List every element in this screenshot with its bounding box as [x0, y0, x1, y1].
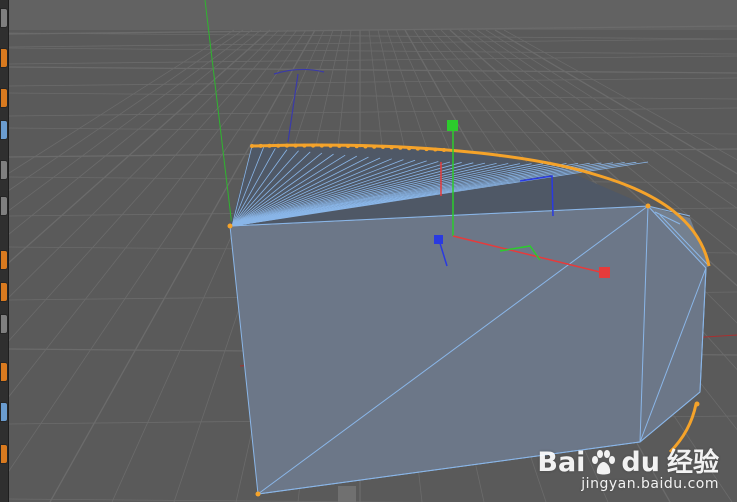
baidu-watermark: Bai du 经验 jingyan.baidu.com [537, 447, 719, 493]
gizmo-z-handle[interactable] [434, 235, 443, 244]
gizmo-y-handle[interactable] [447, 120, 458, 131]
gizmo-x-handle[interactable] [599, 267, 610, 278]
spline-point[interactable] [424, 147, 429, 152]
spline-point[interactable] [302, 143, 307, 148]
light-icon[interactable] [0, 314, 8, 334]
camera-icon[interactable] [0, 282, 8, 302]
3d-viewport[interactable]: Bai du 经验 jingyan.baidu.com [8, 0, 737, 502]
spline-point[interactable] [284, 143, 289, 148]
spline-point[interactable] [372, 144, 377, 149]
spline-point[interactable] [645, 203, 651, 209]
left-toolbar [0, 0, 9, 502]
spline-point[interactable] [442, 148, 446, 152]
watermark-brand-suffix: du [621, 447, 660, 478]
spline-point[interactable] [267, 143, 272, 148]
watermark-brand: Bai du 经验 [537, 447, 719, 478]
cube-icon[interactable] [0, 196, 8, 216]
tag-icon[interactable] [0, 444, 8, 464]
spline-point[interactable] [415, 146, 420, 151]
watermark-url: jingyan.baidu.com [581, 476, 719, 492]
watermark-chinese-text: 经验 [666, 448, 719, 478]
spline-point[interactable] [380, 145, 385, 150]
pen-icon[interactable] [0, 120, 8, 140]
tag-icon[interactable] [0, 402, 8, 422]
cube-icon[interactable] [0, 8, 8, 28]
spline-point[interactable] [227, 223, 233, 229]
cube-icon[interactable] [0, 48, 8, 68]
horizon-band [8, 0, 737, 30]
spline-point[interactable] [258, 143, 263, 148]
spline-point[interactable] [398, 145, 403, 150]
spline-point[interactable] [346, 144, 350, 148]
spline-point[interactable] [433, 147, 438, 152]
cinema4d-viewport-window: Bai du 经验 jingyan.baidu.com [0, 0, 737, 502]
cube-icon[interactable] [0, 160, 8, 180]
arrow-icon[interactable] [0, 88, 8, 108]
spline-point[interactable] [319, 143, 324, 148]
watermark-brand-text: Bai [537, 447, 586, 478]
spline-point[interactable] [363, 144, 368, 149]
spline-point[interactable] [328, 143, 333, 148]
spline-point[interactable] [354, 144, 359, 149]
spline-point[interactable] [255, 491, 261, 497]
paw-icon [592, 450, 616, 475]
spline-point[interactable] [694, 401, 700, 407]
spline-point[interactable] [311, 143, 316, 148]
deformer-icon[interactable] [0, 250, 8, 270]
spline-point[interactable] [293, 143, 298, 148]
spline-point[interactable] [250, 144, 254, 148]
viewport-canvas[interactable] [8, 0, 737, 502]
scene-icon[interactable] [0, 362, 8, 382]
spline-point[interactable] [407, 146, 412, 151]
spline-point[interactable] [276, 143, 281, 148]
spline-point[interactable] [337, 143, 342, 148]
spline-point[interactable] [389, 145, 394, 150]
viewport-bottom-handle [338, 486, 356, 502]
